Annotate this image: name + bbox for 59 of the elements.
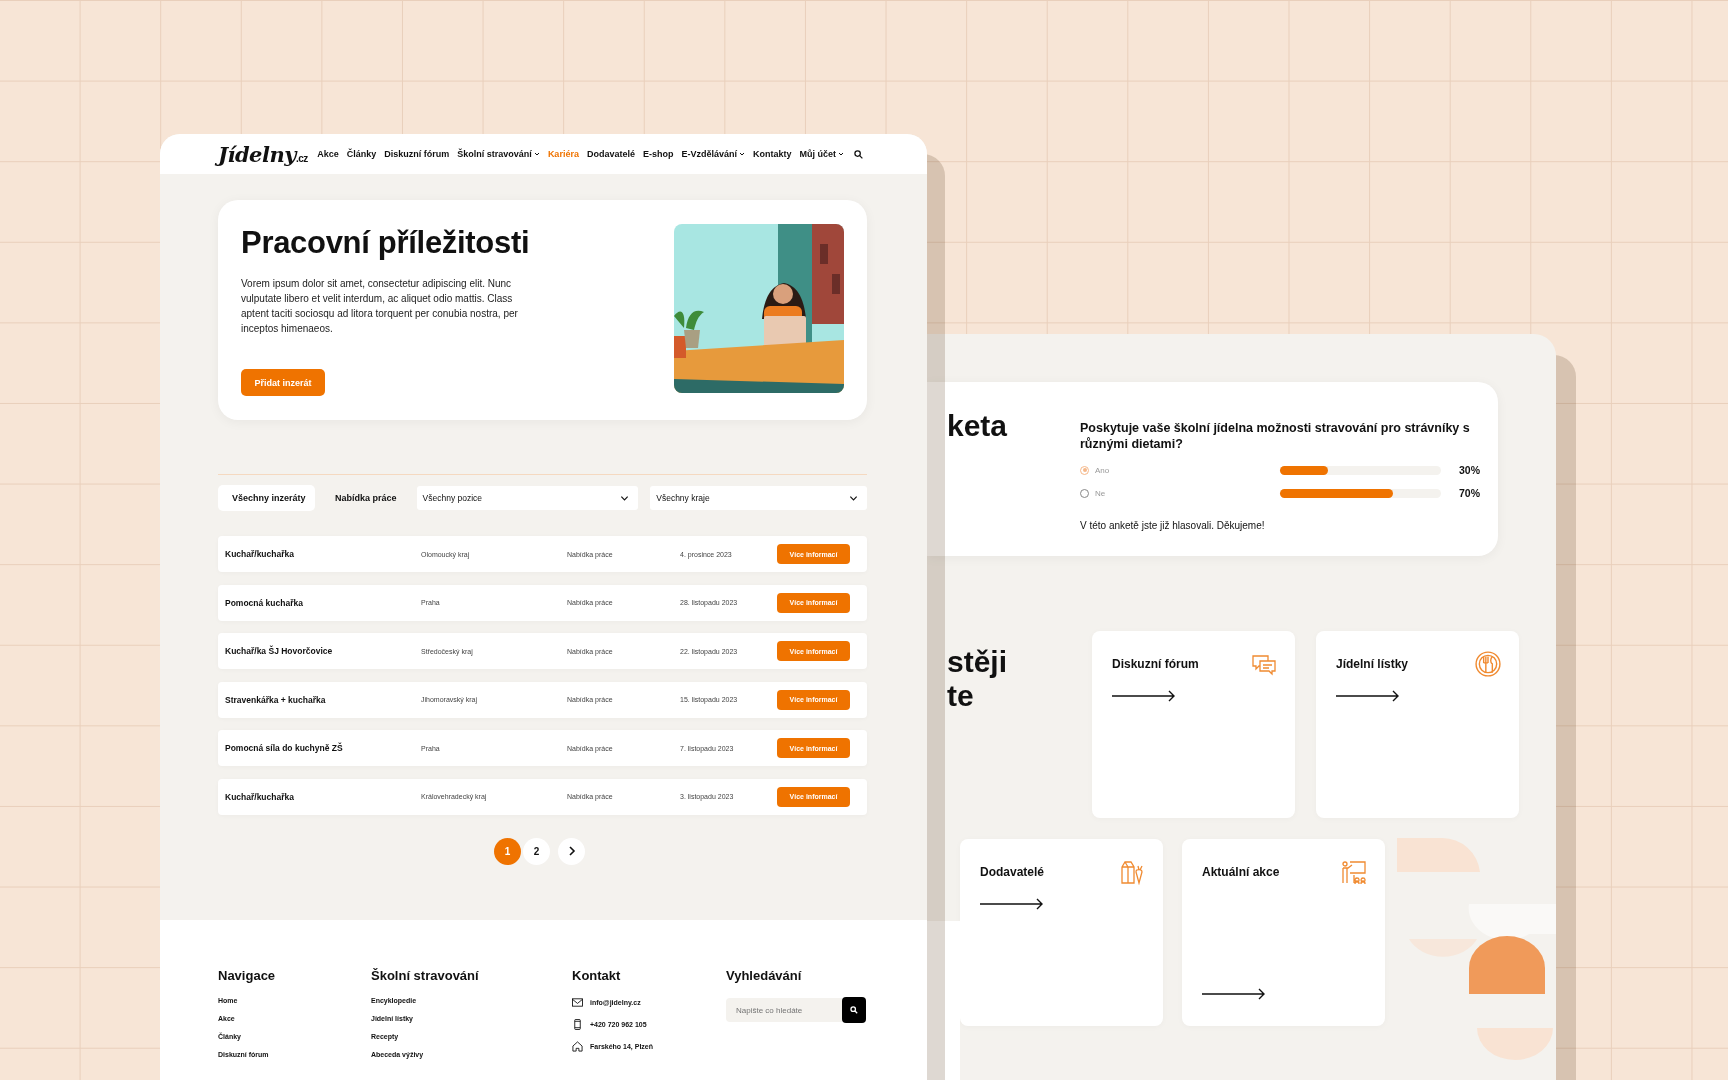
section-heading: te — [947, 679, 975, 713]
nav-link[interactable]: Kontakty — [752, 149, 792, 159]
shortcut-card[interactable]: Dodavatelé — [960, 839, 1163, 1026]
nav-link[interactable]: Můj účet — [799, 149, 844, 159]
footer-heading: Navigace — [218, 968, 277, 983]
search-button[interactable] — [842, 997, 866, 1023]
intro-text: Vorem ipsum dolor sit amet, consectetur adipiscing elit. Nunc vulputate libero et velit interdum, ac aliquet odio mattis. Class aptent taciti sociosqu ad litora torquent per conubia nostra, per inceptos himenaeos. — [241, 277, 519, 336]
job-title: Pomocná kuchařka — [225, 597, 304, 608]
nav-link[interactable]: Akce — [317, 149, 339, 159]
arrow-icon[interactable] — [1112, 690, 1176, 702]
card-title: Aktuální akce — [1202, 865, 1280, 879]
phone-icon — [572, 1019, 583, 1030]
chevron-right-icon — [566, 846, 577, 856]
arrow-icon[interactable] — [980, 898, 1044, 910]
poll-note: V této anketě jste již hlasovali. Děkujeme! — [1080, 520, 1266, 531]
result-percent: 70% — [1458, 487, 1480, 499]
search-field[interactable]: Napište co hledáte — [726, 998, 842, 1022]
card-title: Dodavatelé — [980, 865, 1045, 879]
card-title: Jídelní lístky — [1336, 657, 1409, 671]
arrow-icon[interactable] — [1336, 690, 1400, 702]
milk-carrot-icon — [1119, 859, 1145, 885]
plate-cutlery-icon — [1475, 651, 1501, 677]
shortcut-card[interactable]: Aktuální akce — [1182, 839, 1385, 1026]
filter-tab[interactable]: Nabídka práce — [321, 485, 411, 511]
teacher-board-icon — [1341, 859, 1367, 885]
footer-heading: Vyhledávání — [726, 968, 803, 983]
filter-dropdown[interactable]: Všechny pozice — [416, 486, 639, 510]
result-percent: 30% — [1458, 464, 1480, 476]
nav-link[interactable]: Dodavatelé — [586, 149, 635, 159]
next-page-button[interactable] — [558, 837, 585, 865]
nav-link[interactable]: E-shop — [642, 149, 674, 159]
job-title: Kuchař/kuchařka — [225, 549, 295, 559]
job-title: Kuchař/kuchařka — [225, 791, 295, 802]
option-label: Ne — [1095, 488, 1106, 498]
section-heading: stěji — [947, 645, 1009, 679]
option-label: Ano — [1095, 465, 1110, 475]
poll-heading: keta — [947, 408, 1009, 444]
search-icon — [850, 1006, 858, 1014]
filter-tab[interactable]: Všechny inzeráty — [218, 485, 315, 511]
envelope-icon — [572, 997, 583, 1008]
card-title: Diskuzní fórum — [1112, 657, 1199, 671]
job-title: Stravenkářka + kuchařka — [225, 694, 327, 705]
house-icon — [572, 1041, 583, 1052]
page-title: Pracovní příležitosti — [241, 224, 531, 262]
page-button[interactable]: 2 — [523, 837, 550, 865]
shortcut-card[interactable]: Jídelní lístky — [1316, 631, 1519, 818]
job-title: Kuchař/ka ŠJ Hovorčovice — [225, 646, 334, 656]
arrow-icon[interactable] — [1202, 988, 1266, 1000]
poll-question: Poskytuje vaše školní jídelna možnosti stravování pro strávníky s různými dietami? — [1080, 420, 1471, 452]
footer-heading: Kontakt — [572, 968, 622, 983]
nav-link[interactable]: Články — [346, 149, 377, 159]
job-title: Pomocná síla do kuchyně ZŠ — [225, 743, 344, 753]
nav-link[interactable]: Diskuzní fórum — [384, 149, 450, 159]
nav-link[interactable]: Školní stravování — [457, 149, 540, 159]
nav-link[interactable]: E-Vzdělávání — [681, 149, 745, 159]
footer-heading: Školní stravování — [371, 968, 480, 983]
search-icon[interactable] — [854, 149, 863, 159]
filter-dropdown[interactable]: Všechny kraje — [650, 486, 867, 510]
shortcut-card[interactable]: Diskuzní fórum — [1092, 631, 1295, 818]
